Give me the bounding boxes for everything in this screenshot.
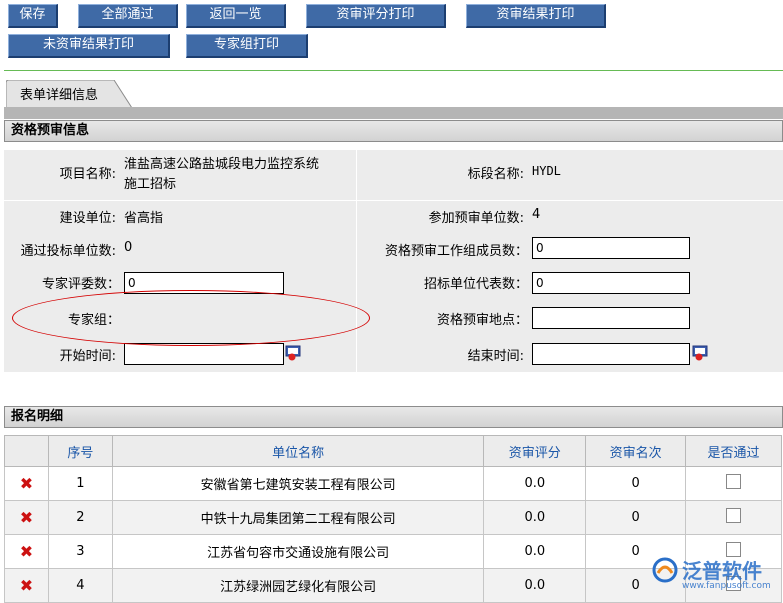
watermark-brand: 泛普软件 [682, 559, 762, 583]
logo-icon [652, 557, 678, 583]
builder-label: 建设单位: [59, 211, 116, 226]
start-time-label: 开始时间: [59, 349, 116, 364]
row-unit-name: 江苏绿洲园艺绿化有限公司 [111, 568, 485, 603]
tenderer-reps-input[interactable]: 0 [532, 272, 690, 294]
print-unreviewed-button[interactable]: 未资审结果打印 [8, 34, 170, 58]
row-no: 4 [47, 568, 113, 603]
start-time-input[interactable] [124, 343, 284, 365]
registration-section-header: 报名明细 [4, 406, 783, 428]
calendar-icon[interactable] [692, 345, 708, 361]
participants-label: 参加预审单位数: [428, 211, 524, 226]
print-expert-group-button[interactable]: 专家组打印 [186, 34, 308, 58]
experts-count-label: 专家评委数： [41, 277, 120, 292]
row-rank: 0 [585, 466, 687, 501]
prequal-section-header: 资格预审信息 [4, 120, 783, 142]
project-name-line1: 淮盐高速公路盐城段电力监控系统 [124, 157, 320, 172]
column-header-name: 单位名称 [111, 435, 485, 467]
toolbar-divider [4, 70, 783, 71]
approve-all-button[interactable]: 全部通过 [78, 4, 178, 28]
delete-icon[interactable]: ✖ [20, 474, 33, 493]
passed-checkbox[interactable] [726, 508, 742, 523]
column-header-passed: 是否通过 [685, 435, 782, 467]
table-row: ✖ 2 中铁十九局集团第二工程有限公司 0.0 0 [4, 500, 782, 535]
highlight-ellipse [12, 290, 370, 346]
builder-value: 省高指 [124, 211, 164, 226]
print-results-button[interactable]: 资审结果打印 [466, 4, 606, 28]
row-no: 2 [47, 500, 113, 535]
section-name-value: HYDL [532, 164, 561, 178]
tab-form-details-label: 表单详细信息 [20, 88, 99, 103]
location-label: 资格预审地点： [436, 313, 528, 328]
end-time-input[interactable] [532, 343, 690, 365]
table-header-row: 序号 单位名称 资审评分 资审名次 是否通过 [4, 435, 782, 467]
row-no: 1 [47, 466, 113, 501]
column-header-actions [4, 435, 49, 467]
workgroup-input[interactable]: 0 [532, 237, 690, 259]
row-unit-name: 中铁十九局集团第二工程有限公司 [111, 500, 485, 535]
row-score: 0.0 [483, 500, 587, 535]
row-score: 0.0 [483, 568, 587, 603]
column-header-no: 序号 [47, 435, 113, 467]
delete-icon[interactable]: ✖ [20, 508, 33, 527]
column-divider [356, 150, 357, 372]
row-score: 0.0 [483, 466, 587, 501]
location-input[interactable] [532, 307, 690, 329]
row-divider [4, 200, 783, 201]
delete-icon[interactable]: ✖ [20, 542, 33, 561]
row-score: 0.0 [483, 534, 587, 569]
workgroup-label: 资格预审工作组成员数： [384, 244, 528, 259]
table-row: ✖ 1 安徽省第七建筑安装工程有限公司 0.0 0 [4, 466, 782, 501]
save-button[interactable]: 保存 [8, 4, 58, 28]
print-scores-button[interactable]: 资审评分打印 [306, 4, 446, 28]
delete-icon[interactable]: ✖ [20, 576, 33, 595]
watermark-url: www.fanpusoft.com [682, 581, 771, 591]
project-name-line2: 施工招标 [124, 177, 177, 192]
calendar-icon[interactable] [285, 345, 301, 361]
section-name-label: 标段名称: [467, 167, 524, 182]
tab-underline [4, 107, 783, 119]
passed-label: 通过投标单位数: [20, 244, 116, 259]
column-header-score: 资审评分 [483, 435, 587, 467]
tenderer-reps-label: 招标单位代表数： [423, 277, 528, 292]
passed-value: 0 [124, 240, 133, 255]
project-name-label: 项目名称: [59, 167, 116, 182]
row-no: 3 [47, 534, 113, 569]
passed-checkbox[interactable] [726, 474, 742, 489]
column-header-rank: 资审名次 [585, 435, 687, 467]
end-time-label: 结束时间: [467, 349, 524, 364]
participants-value: 4 [532, 207, 541, 222]
row-rank: 0 [585, 500, 687, 535]
row-unit-name: 安徽省第七建筑安装工程有限公司 [111, 466, 485, 501]
row-unit-name: 江苏省句容市交通设施有限公司 [111, 534, 485, 569]
back-to-list-button[interactable]: 返回一览 [186, 4, 286, 28]
watermark-logo: 泛普软件 www.fanpusoft.com [652, 553, 780, 597]
